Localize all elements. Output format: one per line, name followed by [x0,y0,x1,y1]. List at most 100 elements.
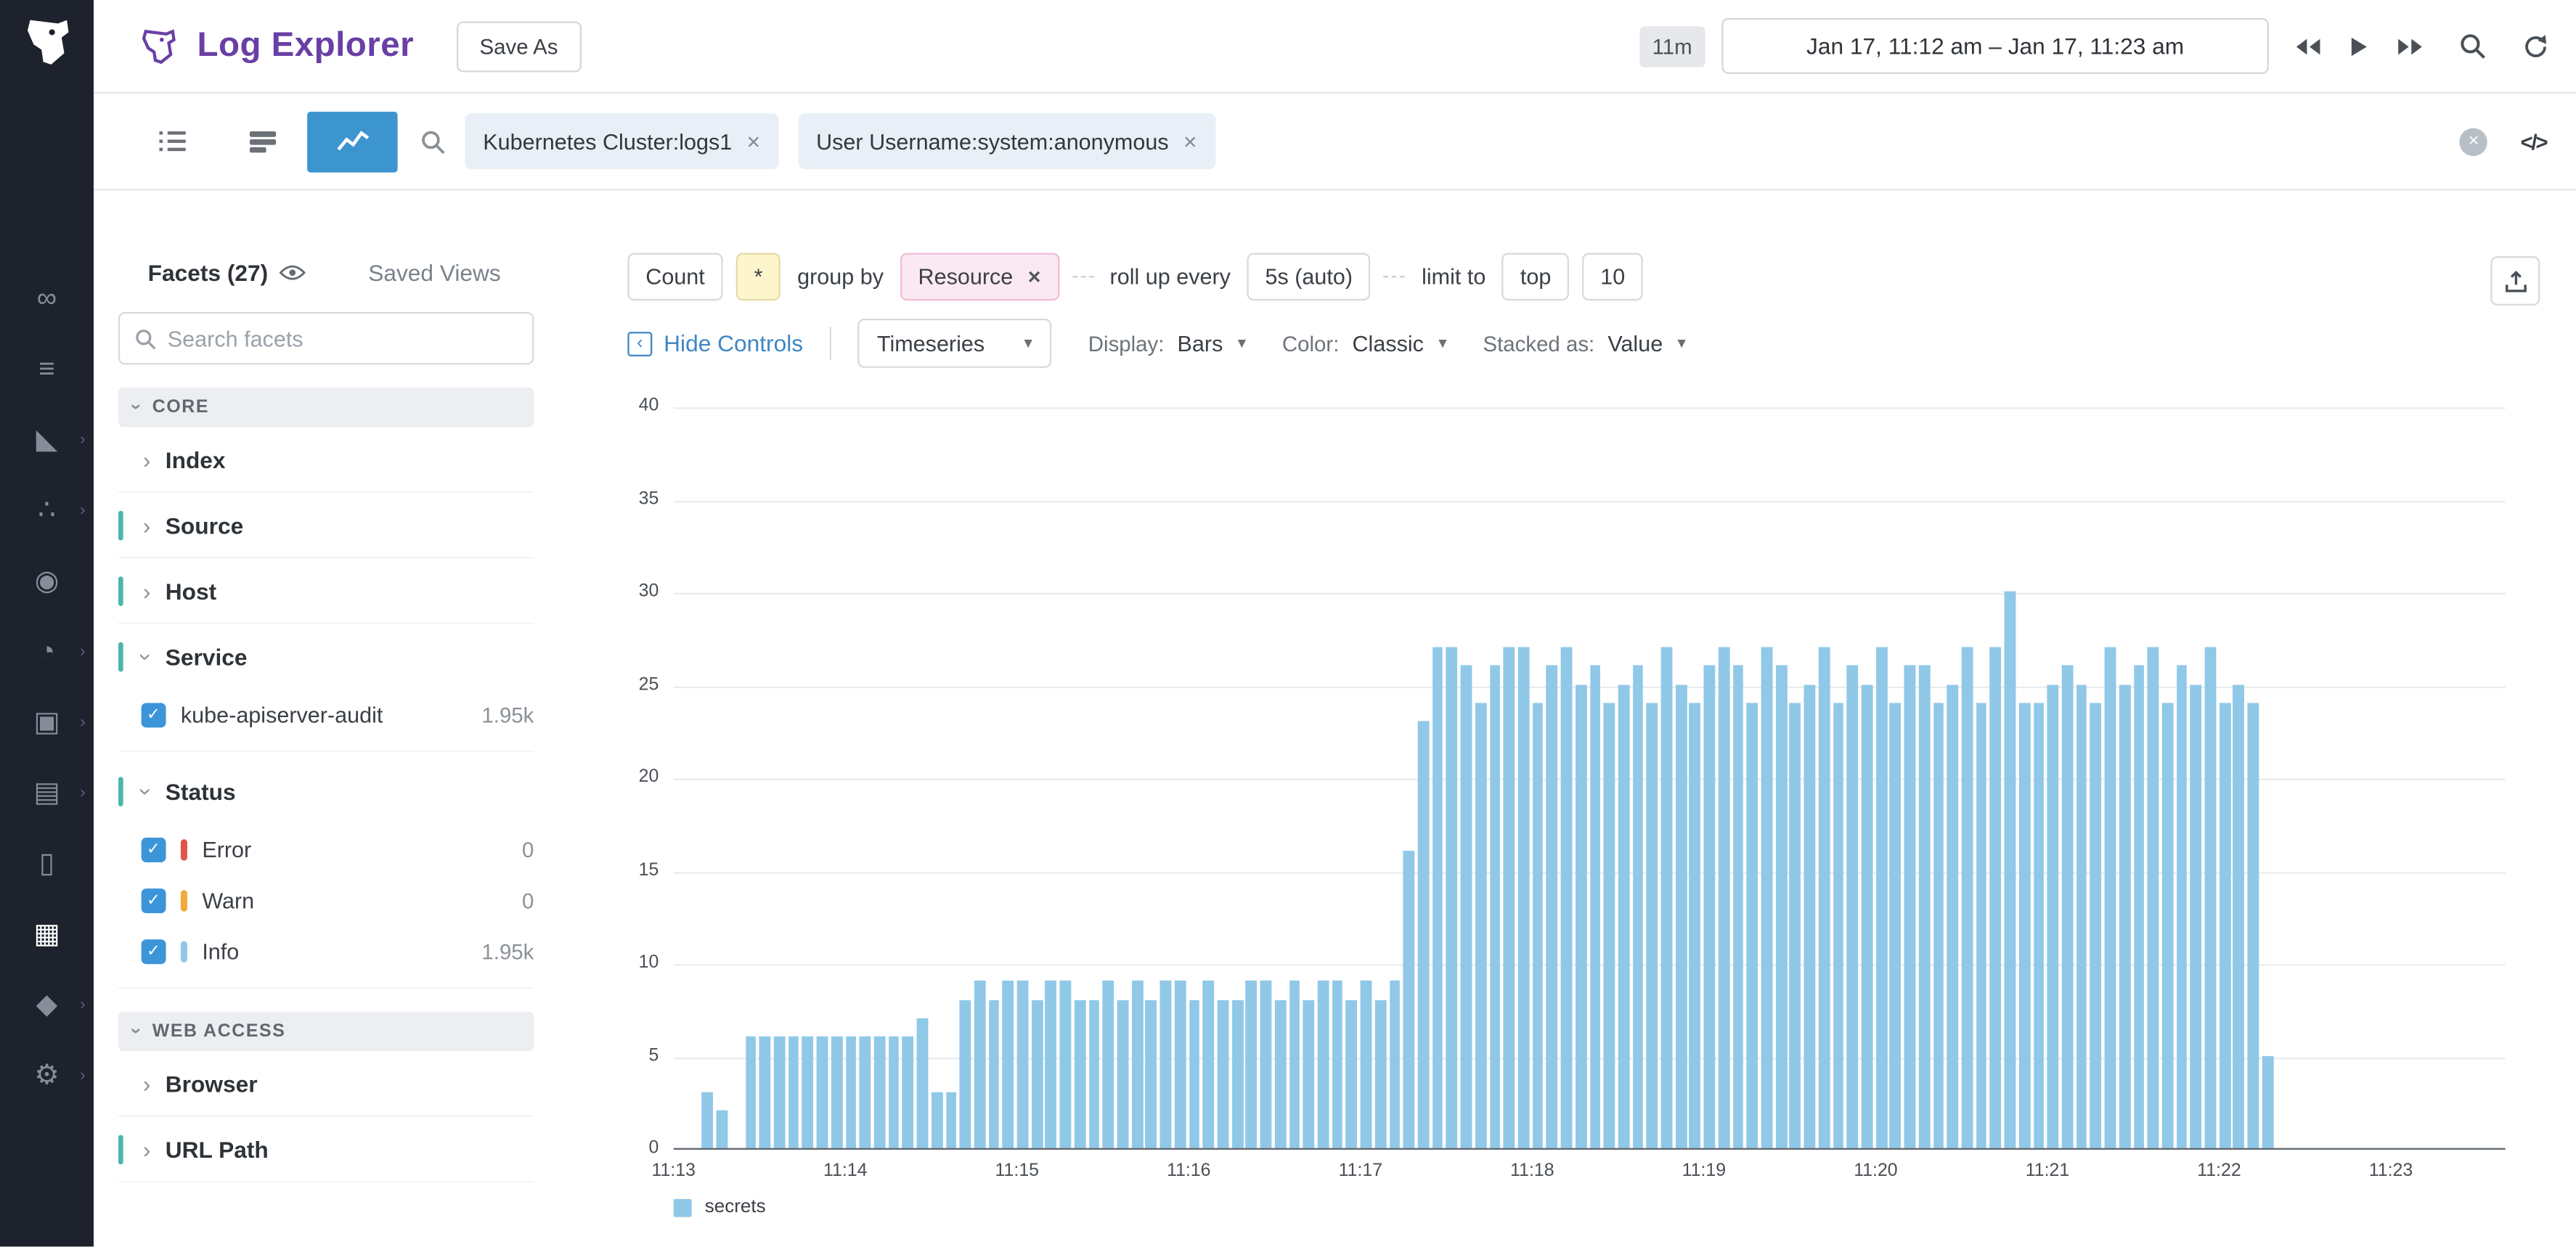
chart-bar [2262,1055,2273,1148]
facet-value-row[interactable]: ✓ Error 0 [118,825,534,875]
section-web-access[interactable]: › WEB ACCESS [118,1012,534,1051]
duration-badge[interactable]: 11m [1639,25,1705,67]
chart-bar [1661,647,1672,1148]
group-by-chip[interactable]: Resource × [900,253,1059,300]
chart-bar [860,1037,871,1148]
skip-back-icon[interactable] [2295,36,2321,57]
facet-source[interactable]: › Source [118,493,534,559]
chart-bar [2076,684,2087,1148]
facet-value-row[interactable]: ✓ kube-apiserver-audit 1.95k [118,690,534,740]
nav-settings[interactable]: ⚙› [0,1039,94,1110]
facet-value-label: Info [202,939,239,964]
chart-bar [1446,647,1457,1148]
chart-bar [1561,647,1572,1148]
chart-bar [1031,999,1042,1148]
pattern-view-toggle[interactable] [217,111,307,172]
eye-icon[interactable] [280,264,306,281]
list-view-toggle[interactable] [126,111,216,172]
chart-bar [2248,703,2259,1148]
datadog-logo[interactable] [0,0,94,86]
nav-logs[interactable]: ▦ [0,899,94,969]
y-axis-label: 40 [609,396,659,415]
save-as-button[interactable]: Save As [457,20,581,71]
checkbox-checked[interactable]: ✓ [142,703,166,727]
export-button[interactable] [2490,256,2540,306]
nav-processes[interactable]: ▤› [0,757,94,827]
facet-service[interactable]: › Service [118,624,534,690]
remove-group-by-icon[interactable]: × [1028,264,1041,289]
chart-plot[interactable]: 051015202530354011:1311:1411:1511:1611:1… [674,407,2506,1150]
nav-synthetics[interactable]: ◔› [0,616,94,687]
facet-search [118,312,534,364]
code-view-icon[interactable]: </> [2521,129,2547,154]
chart-bar [2033,703,2044,1148]
chart-bar [1618,684,1629,1148]
rollup-value-chip[interactable]: 5s (auto) [1247,253,1371,300]
hide-controls-button[interactable]: ‹ Hide Controls [627,330,803,356]
search-icon[interactable] [2459,33,2485,59]
nav-error-tracking[interactable]: ◉ [0,545,94,616]
filter-pill-cluster[interactable]: Kubernetes Cluster:logs1 × [465,113,778,169]
skip-forward-icon[interactable] [2397,36,2423,57]
facet-value-row[interactable]: ✓ Info 1.95k [118,926,534,977]
stacked-select[interactable]: Value ▾ [1607,331,1686,356]
filter-pill-username[interactable]: User Username:system:anonymous × [798,113,1215,169]
chevron-right-icon: › [80,995,86,1013]
chevron-right-icon: › [80,642,86,661]
remove-filter-icon[interactable]: × [747,128,761,154]
color-select[interactable]: Classic ▾ [1352,331,1446,356]
measure-select[interactable]: Count [627,253,722,300]
chart-legend[interactable]: secrets [674,1198,766,1217]
nav-notebooks[interactable]: ▯ [0,827,94,898]
facet-browser[interactable]: › Browser [118,1051,534,1117]
checkbox-checked[interactable]: ✓ [142,939,166,964]
facet-label: Source [166,512,243,538]
limit-count-chip[interactable]: 10 [1582,253,1643,300]
nav-security[interactable]: ◆› [0,969,94,1039]
viz-type-select[interactable]: Timeseries ▾ [857,319,1052,368]
refresh-icon[interactable] [2522,32,2549,60]
chart-bar [1690,703,1700,1148]
chevron-right-icon: › [80,1066,86,1084]
events-icon: ≡ [38,355,54,383]
y-axis-label: 10 [609,952,659,972]
chart-bar [1432,647,1443,1148]
nav-watchdog[interactable]: ∞ [0,263,94,333]
measure-value-chip[interactable]: * [736,253,781,300]
play-icon[interactable] [2349,36,2369,57]
chart-bar [1060,981,1071,1148]
chart-bar [1203,981,1214,1148]
time-range-input[interactable] [1721,18,2268,74]
nav-metrics[interactable]: ◣› [0,404,94,475]
chevron-right-icon: › [143,448,151,471]
section-core[interactable]: › CORE [118,388,534,427]
facet-value-row[interactable]: ✓ Warn 0 [118,875,534,926]
facet-status[interactable]: › Status [118,759,534,825]
chart-bar [1775,666,1786,1148]
tab-facets[interactable]: Facets (27) [148,260,306,286]
nav-apm[interactable]: ∴› [0,475,94,545]
facet-host[interactable]: › Host [118,558,534,624]
chevron-right-icon: › [80,501,86,519]
nav-events[interactable]: ≡ [0,333,94,404]
tab-saved-views[interactable]: Saved Views [368,260,501,286]
clear-query-icon[interactable]: × [2460,127,2487,155]
chart-bar [1189,999,1199,1148]
chevron-right-icon: › [80,430,86,449]
pattern-view-icon [248,130,277,153]
facet-value-label: Error [202,838,251,862]
facet-url-path[interactable]: › URL Path [118,1117,534,1183]
checkbox-checked[interactable]: ✓ [142,888,166,913]
main-content: Count * group by Resource × roll up ever… [562,190,2576,1246]
timeseries-view-toggle[interactable] [307,111,397,172]
nav-infrastructure[interactable]: ▣› [0,687,94,757]
facet-status-values: ✓ Error 0 ✓ Warn 0 ✓ Info 1.95k [118,825,534,989]
facet-search-input[interactable] [168,326,518,351]
remove-filter-icon[interactable]: × [1183,128,1197,154]
chevron-down-icon: › [127,404,147,412]
display-select[interactable]: Bars ▾ [1178,331,1247,356]
limit-order-chip[interactable]: top [1502,253,1569,300]
chart-bar [1518,647,1529,1148]
facet-index[interactable]: › Index [118,427,534,493]
checkbox-checked[interactable]: ✓ [142,838,166,862]
